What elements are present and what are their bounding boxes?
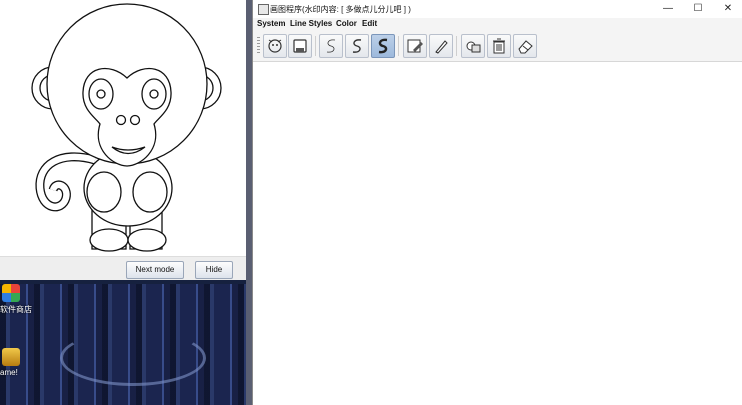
hide-button[interactable]: Hide xyxy=(195,261,233,279)
image-edit-icon xyxy=(407,39,423,53)
maximize-button[interactable]: ☐ xyxy=(683,0,713,18)
wallpaper-decoration xyxy=(60,330,206,386)
pencil-button[interactable] xyxy=(429,34,453,58)
menu-color[interactable]: Color xyxy=(336,19,357,28)
thin-line-s-icon xyxy=(326,39,336,53)
eraser-button[interactable] xyxy=(513,34,537,58)
delete-button[interactable] xyxy=(487,34,511,58)
close-button[interactable]: ✕ xyxy=(713,0,742,18)
thick-line-s-icon xyxy=(378,38,388,54)
game-icon xyxy=(2,348,20,366)
menu-line-styles[interactable]: Line Styles xyxy=(290,19,332,28)
desktop-icon-game[interactable]: ame! xyxy=(0,348,34,377)
toolbar-grip[interactable] xyxy=(257,37,260,55)
monkey-drawing xyxy=(31,3,222,252)
shape-fill-button[interactable] xyxy=(461,34,485,58)
save-icon xyxy=(293,39,307,53)
thin-line-button[interactable] xyxy=(319,34,343,58)
paint-app-window: 画图程序(水印内容: [ 多做点儿分儿吧 ] ) — ☐ ✕ System Li… xyxy=(252,0,742,405)
preview-button-bar: Next mode Hide xyxy=(0,256,246,280)
toolbar-separator xyxy=(398,36,399,56)
medium-line-button[interactable] xyxy=(345,34,369,58)
toolbar xyxy=(253,31,742,62)
thick-line-button[interactable] xyxy=(371,34,395,58)
menu-edit[interactable]: Edit xyxy=(362,19,377,28)
next-mode-button[interactable]: Next mode xyxy=(126,261,184,279)
pencil-icon xyxy=(435,40,448,54)
desktop-icon-label: 软件商店 xyxy=(0,305,32,314)
save-button[interactable] xyxy=(288,34,312,58)
eraser-icon xyxy=(518,40,533,54)
drawing-canvas[interactable] xyxy=(253,62,742,405)
desktop-icon-label: ame! xyxy=(0,368,18,377)
title-bar[interactable]: 画图程序(水印内容: [ 多做点儿分儿吧 ] ) — ☐ ✕ xyxy=(253,0,742,18)
preview-window: Next mode Hide xyxy=(0,0,246,280)
image-edit-button[interactable] xyxy=(403,34,427,58)
toolbar-separator xyxy=(456,36,457,56)
trash-icon xyxy=(493,38,505,54)
shape-fill-icon xyxy=(466,41,481,53)
open-image-button[interactable] xyxy=(263,34,287,58)
window-title: 画图程序(水印内容: [ 多做点儿分儿吧 ] ) xyxy=(270,5,411,14)
menu-system[interactable]: System xyxy=(257,19,285,28)
toolbar-separator xyxy=(315,36,316,56)
medium-line-s-icon xyxy=(352,39,362,53)
app-icon xyxy=(258,4,269,15)
minimize-button[interactable]: — xyxy=(653,0,683,18)
open-image-icon xyxy=(268,39,282,53)
monkey-drawing-canvas xyxy=(0,0,246,256)
desktop-icon-store[interactable]: 软件商店 xyxy=(0,284,34,315)
store-icon xyxy=(2,284,20,302)
menu-bar: System Line Styles Color Edit xyxy=(253,18,742,31)
